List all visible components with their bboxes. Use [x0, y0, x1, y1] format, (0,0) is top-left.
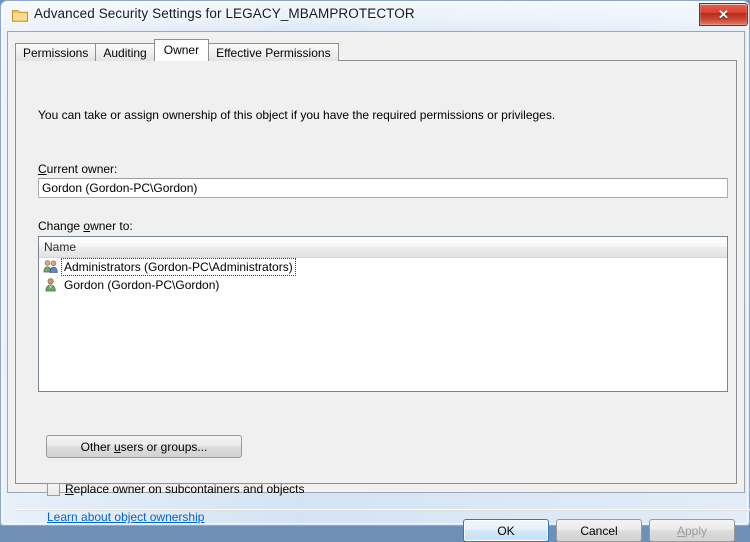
list-header: Name: [39, 237, 727, 258]
close-button[interactable]: ✕: [699, 3, 748, 26]
advanced-security-settings-window: Advanced Security Settings for LEGACY_MB…: [0, 0, 750, 542]
tab-effective-permissions-label: Effective Permissions: [216, 46, 331, 60]
replace-owner-checkbox-row[interactable]: Replace owner on subcontainers and objec…: [47, 482, 305, 496]
user-icon: [43, 277, 59, 293]
list-body: Administrators (Gordon-PC\Administrators…: [39, 258, 727, 294]
owner-list-view[interactable]: Name Administrators (Gordon-PC\Administr…: [38, 236, 728, 392]
cancel-button[interactable]: Cancel: [556, 519, 642, 542]
learn-about-object-ownership-link[interactable]: Learn about object ownership: [47, 510, 204, 524]
tab-owner-label: Owner: [163, 43, 200, 57]
tab-permissions-label: Permissions: [23, 46, 89, 60]
list-item[interactable]: Administrators (Gordon-PC\Administrators…: [39, 258, 727, 276]
owner-tab-panel: You can take or assign ownership of this…: [15, 60, 737, 524]
replace-owner-label: Replace owner on subcontainers and objec…: [65, 482, 305, 496]
group-icon: [43, 259, 59, 275]
folder-icon: [12, 8, 28, 22]
tab-permissions[interactable]: Permissions: [15, 43, 97, 61]
close-icon: ✕: [718, 6, 729, 22]
current-owner-field: Gordon (Gordon-PC\Gordon): [38, 178, 728, 198]
apply-button: Apply: [649, 519, 735, 542]
other-users-or-groups-label: Other users or groups...: [80, 439, 208, 454]
owner-description: You can take or assign ownership of this…: [38, 108, 556, 122]
dialog-client-area: You can take or assign ownership of this…: [7, 31, 750, 542]
window-title: Advanced Security Settings for LEGACY_MB…: [34, 6, 415, 21]
list-item-label: Administrators (Gordon-PC\Administrators…: [61, 258, 296, 276]
list-item[interactable]: Gordon (Gordon-PC\Gordon): [39, 276, 727, 294]
tab-strip: Permissions Auditing Owner Effective Per…: [15, 39, 339, 61]
current-owner-label: Current owner:: [38, 162, 118, 176]
replace-owner-checkbox[interactable]: [47, 482, 60, 496]
ok-button[interactable]: OK: [463, 519, 549, 542]
other-users-or-groups-button[interactable]: Other users or groups...: [46, 435, 242, 458]
tab-effective-permissions[interactable]: Effective Permissions: [208, 43, 339, 61]
column-header-name[interactable]: Name: [44, 237, 76, 257]
tab-auditing[interactable]: Auditing: [95, 43, 155, 61]
list-item-label: Gordon (Gordon-PC\Gordon): [64, 278, 220, 292]
change-owner-label: Change owner to:: [38, 219, 133, 233]
title-bar: Advanced Security Settings for LEGACY_MB…: [1, 1, 750, 31]
tab-auditing-label: Auditing: [103, 46, 147, 60]
tab-owner[interactable]: Owner: [153, 39, 210, 61]
